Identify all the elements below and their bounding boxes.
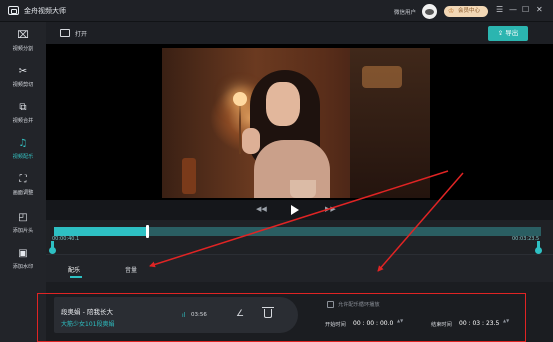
annotation-arrow-to-panel (377, 172, 464, 272)
app-window: 金舟视频大师 微信用户 ♔ 会员中心 ☰ — ☐ ✕ ⌧ 视频分割 ✂ 视频剪切… (0, 0, 553, 342)
annotation-arrows (149, 170, 464, 272)
annotation-arrow-to-tab (149, 170, 449, 268)
